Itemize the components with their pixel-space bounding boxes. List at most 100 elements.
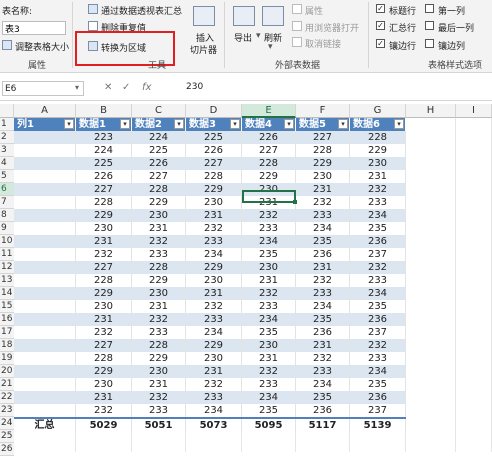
table-cell[interactable]: 228 bbox=[76, 352, 132, 365]
filter-dropdown-icon[interactable]: ▾ bbox=[338, 119, 348, 129]
row-header-20[interactable]: 20 bbox=[0, 365, 14, 378]
table-cell[interactable]: 5051 bbox=[132, 419, 186, 432]
table-cell[interactable]: 230 bbox=[242, 261, 296, 274]
table-cell[interactable]: 232 bbox=[350, 339, 406, 352]
table-cell[interactable]: 229 bbox=[186, 261, 242, 274]
table-cell[interactable]: 223 bbox=[76, 131, 132, 144]
table-cell[interactable]: 235 bbox=[350, 378, 406, 391]
row-header-4[interactable]: 4 bbox=[0, 157, 14, 170]
export-dropdown-icon[interactable]: ▾ bbox=[256, 31, 261, 41]
table-cell[interactable]: 237 bbox=[350, 404, 406, 417]
table-cell[interactable]: 229 bbox=[76, 365, 132, 378]
name-box-dropdown-icon[interactable]: ▾ bbox=[75, 83, 79, 92]
table-cell[interactable] bbox=[14, 352, 76, 365]
row-header-22[interactable]: 22 bbox=[0, 391, 14, 404]
filter-dropdown-icon[interactable]: ▾ bbox=[230, 119, 240, 129]
table-cell[interactable]: 233 bbox=[242, 222, 296, 235]
table-cell[interactable]: 231 bbox=[186, 209, 242, 222]
table-cell[interactable] bbox=[14, 274, 76, 287]
table-cell[interactable] bbox=[14, 365, 76, 378]
header-cell[interactable]: 数据5 ▾ bbox=[296, 118, 350, 131]
table-cell[interactable]: 236 bbox=[296, 326, 350, 339]
table-cell[interactable]: 231 bbox=[350, 170, 406, 183]
table-cell[interactable]: 225 bbox=[76, 157, 132, 170]
table-cell[interactable]: 229 bbox=[76, 209, 132, 222]
table-cell[interactable]: 234 bbox=[296, 222, 350, 235]
table-cell[interactable] bbox=[14, 144, 76, 157]
table-cell[interactable]: 227 bbox=[296, 131, 350, 144]
table-cell[interactable]: 233 bbox=[350, 274, 406, 287]
filter-dropdown-icon[interactable]: ▾ bbox=[174, 119, 184, 129]
table-cell[interactable]: 231 bbox=[132, 378, 186, 391]
table-cell[interactable]: 5139 bbox=[350, 419, 406, 432]
row-header-8[interactable]: 8 bbox=[0, 209, 14, 222]
table-cell[interactable]: 230 bbox=[132, 287, 186, 300]
table-cell[interactable]: 5073 bbox=[186, 419, 242, 432]
table-cell[interactable]: 232 bbox=[242, 365, 296, 378]
banded-rows-checkbox[interactable]: ✓ bbox=[376, 39, 385, 48]
enter-icon[interactable]: ✓ bbox=[122, 82, 130, 93]
table-cell[interactable]: 234 bbox=[242, 313, 296, 326]
table-cell[interactable]: 229 bbox=[132, 274, 186, 287]
table-cell[interactable] bbox=[14, 196, 76, 209]
column-header-i[interactable]: I bbox=[456, 104, 492, 118]
table-cell[interactable] bbox=[14, 378, 76, 391]
resize-table-button[interactable]: 调整表格大小 bbox=[15, 40, 69, 53]
table-cell[interactable]: 5117 bbox=[296, 419, 350, 432]
table-cell[interactable]: 233 bbox=[242, 300, 296, 313]
table-cell[interactable]: 233 bbox=[296, 209, 350, 222]
row-header-3[interactable]: 3 bbox=[0, 144, 14, 157]
table-cell[interactable]: 234 bbox=[186, 326, 242, 339]
table-cell[interactable]: 5095 bbox=[242, 419, 296, 432]
table-cell[interactable]: 230 bbox=[296, 170, 350, 183]
table-cell[interactable]: 230 bbox=[350, 157, 406, 170]
table-cell[interactable]: 228 bbox=[76, 274, 132, 287]
row-header-19[interactable]: 19 bbox=[0, 352, 14, 365]
table-cell[interactable]: 236 bbox=[350, 391, 406, 404]
table-cell[interactable]: 233 bbox=[132, 404, 186, 417]
row-header-1[interactable]: 1 bbox=[0, 118, 14, 131]
table-cell[interactable] bbox=[14, 222, 76, 235]
table-cell[interactable]: 230 bbox=[76, 378, 132, 391]
table-cell[interactable]: 228 bbox=[132, 183, 186, 196]
table-cell[interactable]: 235 bbox=[350, 222, 406, 235]
row-header-13[interactable]: 13 bbox=[0, 274, 14, 287]
row-header-5[interactable]: 5 bbox=[0, 170, 14, 183]
table-cell[interactable]: 231 bbox=[186, 287, 242, 300]
table-cell[interactable] bbox=[14, 131, 76, 144]
table-cell[interactable]: 232 bbox=[296, 352, 350, 365]
name-box[interactable]: E6 bbox=[2, 81, 84, 96]
table-cell[interactable]: 230 bbox=[76, 222, 132, 235]
table-cell[interactable] bbox=[14, 248, 76, 261]
table-cell[interactable]: 5029 bbox=[76, 419, 132, 432]
export-button[interactable]: 导出 bbox=[234, 31, 252, 44]
row-header-24[interactable]: 24 bbox=[0, 417, 14, 430]
table-cell[interactable]: 233 bbox=[296, 287, 350, 300]
table-cell[interactable]: 236 bbox=[296, 248, 350, 261]
table-cell[interactable]: 231 bbox=[296, 183, 350, 196]
table-cell[interactable]: 233 bbox=[296, 365, 350, 378]
filter-dropdown-icon[interactable]: ▾ bbox=[284, 119, 294, 129]
header-cell[interactable]: 数据4 ▾ bbox=[242, 118, 296, 131]
table-cell[interactable]: 236 bbox=[296, 404, 350, 417]
table-cell[interactable]: 232 bbox=[350, 261, 406, 274]
table-cell[interactable]: 234 bbox=[350, 287, 406, 300]
table-cell[interactable]: 230 bbox=[76, 300, 132, 313]
refresh-dropdown-icon[interactable]: ▾ bbox=[268, 42, 273, 52]
table-cell[interactable]: 232 bbox=[76, 248, 132, 261]
table-cell[interactable]: 231 bbox=[242, 352, 296, 365]
table-cell[interactable]: 233 bbox=[350, 352, 406, 365]
column-header-g[interactable]: G bbox=[350, 104, 406, 118]
filter-dropdown-icon[interactable]: ▾ bbox=[64, 119, 74, 129]
table-cell[interactable]: 231 bbox=[76, 235, 132, 248]
row-header-9[interactable]: 9 bbox=[0, 222, 14, 235]
table-cell[interactable]: 229 bbox=[186, 183, 242, 196]
table-cell[interactable]: 232 bbox=[296, 196, 350, 209]
table-cell[interactable]: 224 bbox=[132, 131, 186, 144]
table-cell[interactable]: 227 bbox=[242, 144, 296, 157]
table-cell[interactable]: 233 bbox=[186, 313, 242, 326]
column-header-a[interactable]: A bbox=[14, 104, 76, 118]
header-cell[interactable]: 数据1 ▾ bbox=[76, 118, 132, 131]
table-cell[interactable]: 232 bbox=[186, 222, 242, 235]
table-cell[interactable]: 232 bbox=[132, 235, 186, 248]
